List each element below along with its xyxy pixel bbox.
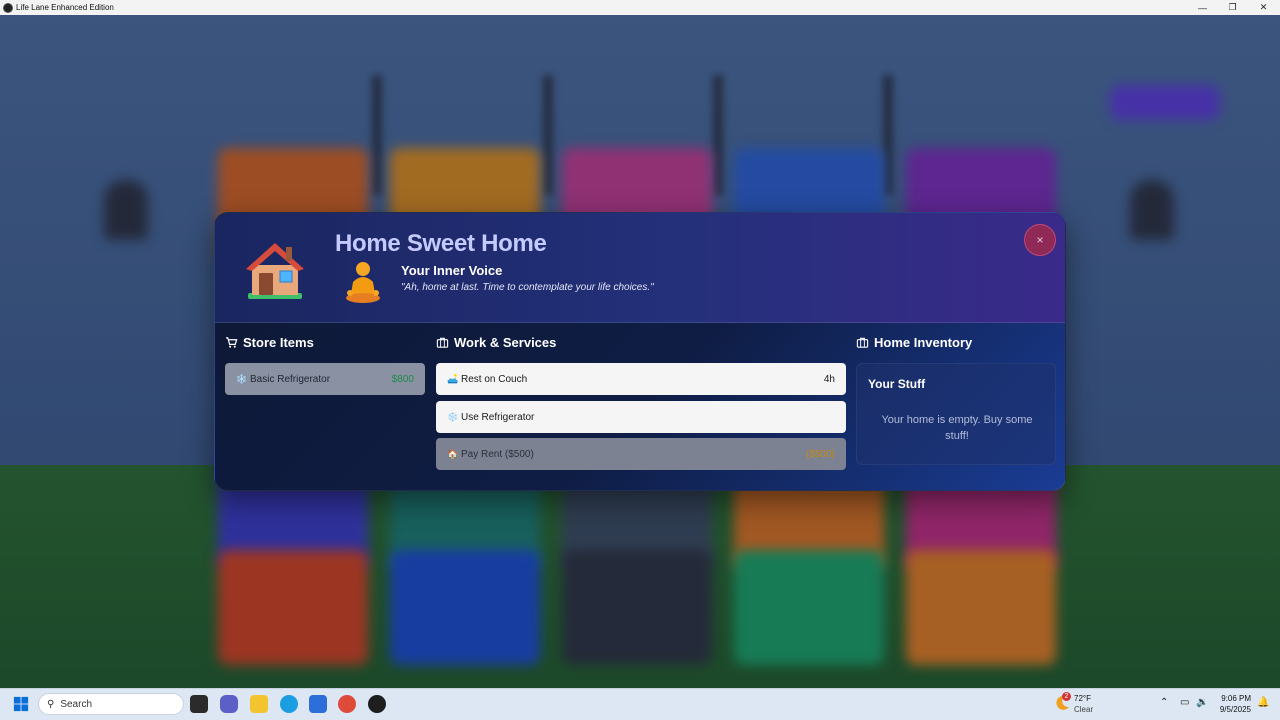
store-heading: Store Items: [225, 335, 314, 350]
work-item-rest-on-couch[interactable]: 🛋️ Rest on Couch 4h: [436, 363, 846, 395]
search-icon: ⚲: [47, 698, 55, 710]
snowflake-icon: ❄️: [236, 373, 248, 384]
modal-header: Home Sweet Home Your Inner Voice "Ah, ho…: [215, 213, 1065, 323]
inventory-heading: Home Inventory: [856, 335, 972, 350]
briefcase-icon: [856, 337, 869, 348]
search-placeholder: Search: [60, 698, 93, 710]
meditating-person-icon: [346, 262, 380, 303]
network-icon[interactable]: ▭: [1180, 697, 1189, 708]
maximize-button[interactable]: ❐: [1216, 0, 1249, 15]
store-heading-label: Store Items: [243, 335, 314, 350]
home-modal: Home Sweet Home Your Inner Voice "Ah, ho…: [214, 212, 1066, 491]
work-item-duration: 4h: [823, 373, 835, 385]
clock-date[interactable]: 9/5/2025: [1215, 705, 1251, 714]
work-item-use-refrigerator[interactable]: ❄️ Use Refrigerator: [436, 401, 846, 433]
house-small-icon: 🏠: [447, 448, 459, 459]
inventory-box-title: Your Stuff: [868, 377, 926, 391]
weather-condition[interactable]: Clear: [1074, 705, 1093, 714]
notification-bell-icon[interactable]: 🔔: [1257, 697, 1269, 708]
minimize-button[interactable]: —: [1186, 0, 1219, 15]
store-item-price: $800: [391, 373, 414, 385]
house-icon: [246, 243, 304, 299]
store-app-icon[interactable]: [309, 695, 327, 713]
couch-icon: 🛋️: [447, 373, 459, 384]
work-item-label: Rest on Couch: [461, 373, 528, 385]
task-view-icon[interactable]: [190, 695, 208, 713]
edge-browser-icon[interactable]: [280, 695, 298, 713]
modal-close-button[interactable]: ×: [1024, 224, 1056, 256]
cart-icon: [225, 337, 238, 348]
work-item-cost: ($500): [806, 448, 835, 460]
work-heading: Work & Services: [436, 335, 556, 350]
briefcase-icon: [436, 337, 449, 348]
file-explorer-icon[interactable]: [250, 695, 268, 713]
window-title: Life Lane Enhanced Edition: [16, 3, 114, 12]
life-lane-app-icon[interactable]: [368, 695, 386, 713]
inner-voice-title: Your Inner Voice: [401, 263, 503, 278]
snowflake-icon: ❄️: [447, 411, 459, 422]
app-icon: [3, 2, 13, 13]
weather-badge: 2: [1062, 692, 1071, 701]
inventory-heading-label: Home Inventory: [874, 335, 973, 350]
inner-voice-quote: "Ah, home at last. Time to contemplate y…: [401, 282, 654, 293]
clock-time[interactable]: 9:06 PM: [1221, 694, 1251, 703]
chrome-browser-icon[interactable]: [338, 695, 356, 713]
chevron-up-icon[interactable]: ⌃: [1160, 697, 1168, 708]
window-titlebar: Life Lane Enhanced Edition: [0, 0, 1280, 15]
work-item-label: Pay Rent ($500): [461, 448, 534, 460]
start-button[interactable]: [12, 695, 30, 713]
chat-icon[interactable]: [220, 695, 238, 713]
windows-logo-icon: [13, 696, 29, 712]
weather-temperature[interactable]: 72°F: [1074, 694, 1091, 703]
volume-icon[interactable]: 🔉: [1196, 697, 1208, 708]
store-item-basic-refrigerator[interactable]: ❄️ Basic Refrigerator $800: [225, 363, 425, 395]
taskbar-search[interactable]: ⚲ Search: [38, 693, 184, 715]
window-close-button[interactable]: ✕: [1247, 0, 1280, 15]
work-item-pay-rent[interactable]: 🏠 Pay Rent ($500) ($500): [436, 438, 846, 470]
inventory-box: Your Stuff Your home is empty. Buy some …: [856, 363, 1056, 465]
store-item-label: Basic Refrigerator: [250, 373, 331, 385]
modal-title: Home Sweet Home: [335, 230, 547, 257]
work-item-label: Use Refrigerator: [461, 411, 535, 423]
inventory-empty-message: Your home is empty. Buy some stuff!: [881, 414, 1033, 442]
work-heading-label: Work & Services: [454, 335, 557, 350]
